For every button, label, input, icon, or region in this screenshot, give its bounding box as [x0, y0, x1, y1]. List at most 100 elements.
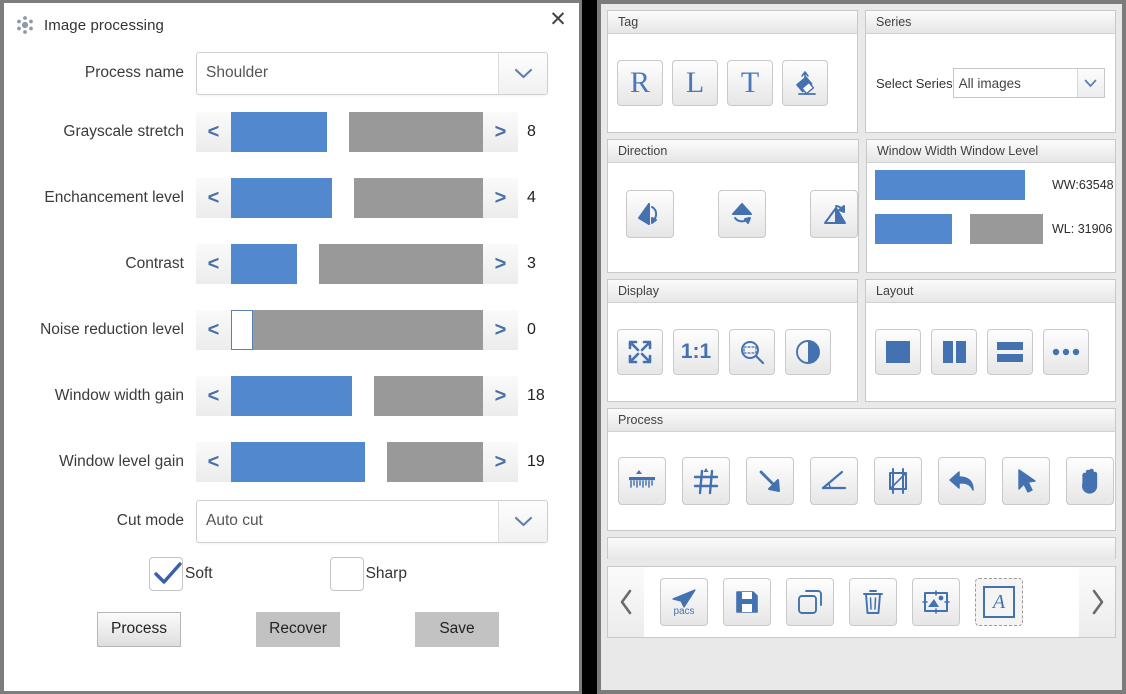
one-to-one-icon-label: 1:1 [680, 340, 712, 363]
slider-row: Grayscale stretch < >8 [4, 99, 579, 165]
window-level-row: WL: 31906 [875, 214, 1115, 244]
save-icon[interactable] [723, 578, 771, 626]
annotate-text-glyph: A [983, 586, 1015, 618]
save-button[interactable]: Save [415, 611, 499, 647]
slider-control[interactable]: < > [196, 178, 518, 218]
slider-decrement-button[interactable]: < [196, 376, 231, 416]
tag-left-button[interactable]: L [672, 60, 718, 106]
delete-icon[interactable] [849, 578, 897, 626]
fit-screen-icon[interactable] [617, 329, 663, 375]
chevron-down-icon[interactable] [1076, 69, 1104, 97]
grid-icon[interactable] [682, 457, 730, 505]
layout-two-columns-icon[interactable] [931, 329, 977, 375]
checkbox-box[interactable] [149, 557, 183, 591]
slider-track[interactable] [231, 310, 483, 350]
window-width-slider[interactable] [875, 170, 1043, 200]
layout-more-icon[interactable] [1043, 329, 1089, 375]
checkbox-soft[interactable]: Soft [149, 557, 213, 591]
slider-row: Contrast < >3 [4, 231, 579, 297]
slider-control[interactable]: < > [196, 376, 518, 416]
slider-row: Window width gain < >18 [4, 363, 579, 429]
checkbox-sharp[interactable]: Sharp [329, 557, 407, 591]
process-name-combo[interactable]: Shoulder [196, 51, 548, 95]
slider-track[interactable] [231, 442, 483, 482]
layout-single-icon[interactable] [875, 329, 921, 375]
tag-buttons: RLT [608, 34, 857, 132]
slider-increment-button[interactable]: > [483, 442, 518, 482]
pan-hand-icon[interactable] [1066, 457, 1114, 505]
slider-increment-button[interactable]: > [483, 178, 518, 218]
send-to-pacs-icon[interactable]: pacs [660, 578, 708, 626]
slider-track[interactable] [231, 376, 483, 416]
tag-group-title: Tag [608, 11, 857, 34]
slider-decrement-button[interactable]: < [196, 310, 231, 350]
flip-vertical-icon[interactable] [718, 190, 766, 238]
series-select-value: All images [958, 75, 1021, 91]
slider-increment-button[interactable]: > [483, 310, 518, 350]
slider-label: Noise reduction level [40, 321, 184, 338]
slider-track[interactable] [231, 112, 483, 152]
rotate-icon[interactable] [810, 190, 858, 238]
check-icon [154, 562, 182, 584]
process-name-label: Process name [84, 64, 184, 81]
one-to-one-icon[interactable]: 1:1 [673, 329, 719, 375]
slider-control[interactable]: < > [196, 112, 518, 152]
cursor-icon[interactable] [1002, 457, 1050, 505]
copy-icon[interactable] [786, 578, 834, 626]
slider-thumb[interactable] [231, 310, 253, 350]
flip-horizontal-icon[interactable] [626, 190, 674, 238]
dialog-action-buttons: Process Recover Save [4, 601, 579, 657]
slider-track[interactable] [231, 178, 483, 218]
slider-control[interactable]: < > [196, 310, 518, 350]
process-buttons [608, 432, 1115, 530]
undo-icon[interactable] [938, 457, 986, 505]
chevron-down-icon[interactable] [498, 500, 547, 542]
slider-value: 3 [527, 255, 536, 272]
eraser-icon[interactable] [782, 60, 828, 106]
image-edit-icon[interactable] [912, 578, 960, 626]
tag-right-button[interactable]: R [617, 60, 663, 106]
slider-decrement-button[interactable]: < [196, 112, 231, 152]
slider-decrement-button[interactable]: < [196, 178, 231, 218]
slider-thumb[interactable] [364, 442, 387, 482]
slider-thumb[interactable] [296, 244, 319, 284]
slider-control[interactable]: < > [196, 244, 518, 284]
arrow-annotation-icon[interactable] [746, 457, 794, 505]
chevron-right-icon[interactable] [1079, 567, 1115, 637]
annotate-text-icon[interactable]: A [975, 578, 1023, 626]
chevron-left-icon[interactable] [608, 567, 644, 637]
slider-decrement-button[interactable]: < [196, 244, 231, 284]
layout-two-rows-icon[interactable] [987, 329, 1033, 375]
slider-decrement-button[interactable]: < [196, 442, 231, 482]
angle-icon[interactable] [810, 457, 858, 505]
slider-thumb[interactable] [326, 112, 349, 152]
series-select-combo[interactable]: All images [952, 68, 1105, 98]
slider-control[interactable]: < > [196, 442, 518, 482]
slider-increment-button[interactable]: > [483, 376, 518, 416]
toolbar-separator [607, 537, 1116, 560]
magnifier-icon[interactable] [729, 329, 775, 375]
slider-row: Enchancement level < >4 [4, 165, 579, 231]
slider-thumb[interactable] [331, 178, 354, 218]
contrast-icon[interactable] [785, 329, 831, 375]
process-button[interactable]: Process [97, 611, 181, 647]
slider-label: Grayscale stretch [63, 123, 184, 140]
ruler-icon[interactable] [618, 457, 666, 505]
crop-icon[interactable] [874, 457, 922, 505]
chevron-down-icon[interactable] [498, 52, 547, 94]
checkbox-box[interactable] [329, 557, 364, 591]
recover-button[interactable]: Recover [256, 611, 340, 647]
slider-increment-button[interactable]: > [483, 112, 518, 152]
series-group-title: Series [866, 11, 1115, 34]
slider-track[interactable] [231, 244, 483, 284]
cut-mode-combo[interactable]: Auto cut [196, 499, 548, 543]
tag-text-button[interactable]: T [727, 60, 773, 106]
slider-value: 8 [527, 123, 536, 140]
slider-increment-button[interactable]: > [483, 244, 518, 284]
window-level-slider[interactable] [875, 214, 1043, 244]
close-icon[interactable]: ✕ [545, 7, 571, 33]
pacs-label: pacs [673, 605, 695, 617]
slider-thumb[interactable] [351, 376, 374, 416]
process-name-value: Shoulder [206, 64, 269, 81]
checkbox-label: Soft [185, 565, 213, 582]
